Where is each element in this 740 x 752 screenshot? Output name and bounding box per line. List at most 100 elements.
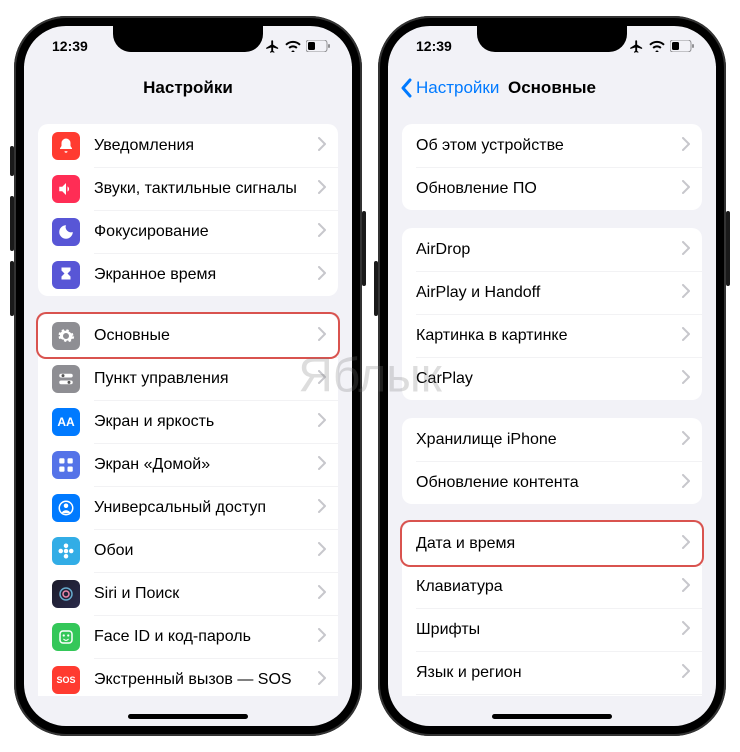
settings-row[interactable]: Обновление контента — [402, 461, 702, 504]
grid-icon — [52, 451, 80, 479]
chevron-right-icon — [676, 533, 702, 554]
wifi-icon — [285, 40, 301, 52]
settings-row[interactable]: Обновление ПО — [402, 167, 702, 210]
moon-icon — [52, 218, 80, 246]
switches-icon — [52, 365, 80, 393]
row-label: Клавиатура — [416, 578, 676, 596]
home-indicator[interactable] — [128, 714, 248, 719]
row-label: Экранное время — [94, 266, 312, 284]
row-label: Экстренный вызов — SOS — [94, 671, 312, 689]
settings-row[interactable]: Картинка в картинке — [402, 314, 702, 357]
chevron-right-icon — [312, 264, 338, 285]
settings-row[interactable]: Хранилище iPhone — [402, 418, 702, 461]
chevron-right-icon — [312, 411, 338, 432]
chevron-right-icon — [676, 429, 702, 450]
gear-icon — [52, 322, 80, 350]
chevron-right-icon — [312, 221, 338, 242]
settings-row[interactable]: Уведомления — [38, 124, 338, 167]
home-indicator[interactable] — [492, 714, 612, 719]
settings-group: Уведомления Звуки, тактильные сигналы Фоку… — [38, 124, 338, 296]
settings-row[interactable]: Фокусирование — [38, 210, 338, 253]
chevron-right-icon — [312, 583, 338, 604]
chevron-right-icon — [312, 178, 338, 199]
settings-row[interactable]: Пункт управления — [38, 357, 338, 400]
phone-frame-right: 12:39 Настройки Основные Об этом устройс… — [378, 16, 726, 736]
row-label: Обновление ПО — [416, 180, 676, 198]
back-button[interactable]: Настройки — [400, 78, 499, 98]
settings-row[interactable]: Siri и Поиск — [38, 572, 338, 615]
notch — [477, 26, 627, 52]
chevron-right-icon — [676, 239, 702, 260]
settings-row[interactable]: Экранное время — [38, 253, 338, 296]
airplane-icon — [629, 39, 644, 54]
chevron-left-icon — [400, 78, 412, 98]
settings-group: Основные Пункт управленияAAЭкран и яркост… — [38, 314, 338, 696]
settings-group: AirDrop AirPlay и Handoff Картинка в карти… — [402, 228, 702, 400]
notch — [113, 26, 263, 52]
face-icon — [52, 623, 80, 651]
row-label: Хранилище iPhone — [416, 431, 676, 449]
sos-icon: SOS — [52, 666, 80, 694]
chevron-right-icon — [676, 178, 702, 199]
settings-row[interactable]: Экран «Домой» — [38, 443, 338, 486]
settings-content-left[interactable]: Уведомления Звуки, тактильные сигналы Фоку… — [24, 110, 352, 696]
settings-group: Хранилище iPhone Обновление контента — [402, 418, 702, 504]
settings-row[interactable]: AirDrop — [402, 228, 702, 271]
row-label: Face ID и код-пароль — [94, 628, 312, 646]
siri-icon — [52, 580, 80, 608]
person-icon — [52, 494, 80, 522]
settings-row[interactable]: AAЭкран и яркость — [38, 400, 338, 443]
row-label: Звуки, тактильные сигналы — [94, 180, 312, 198]
settings-row[interactable]: Клавиатура — [402, 565, 702, 608]
settings-group: Дата и время Клавиатура Шрифты Язык и регио… — [402, 522, 702, 696]
settings-row[interactable]: Дата и время — [402, 522, 702, 565]
settings-row[interactable]: Шрифты — [402, 608, 702, 651]
row-label: Язык и регион — [416, 664, 676, 682]
battery-icon — [670, 40, 694, 52]
chevron-right-icon — [676, 368, 702, 389]
settings-row[interactable]: Face ID и код-пароль — [38, 615, 338, 658]
chevron-right-icon — [312, 454, 338, 475]
screen-right: 12:39 Настройки Основные Об этом устройс… — [388, 26, 716, 726]
settings-row[interactable]: Язык и регион — [402, 651, 702, 694]
row-label: Шрифты — [416, 621, 676, 639]
chevron-right-icon — [676, 135, 702, 156]
screen-left: 12:39 Настройки УведомленияЗвуки, тактил… — [24, 26, 352, 726]
status-icons — [265, 39, 330, 54]
row-label: CarPlay — [416, 370, 676, 388]
settings-row[interactable]: CarPlay — [402, 357, 702, 400]
chevron-right-icon — [312, 669, 338, 690]
page-title: Настройки — [24, 78, 352, 98]
settings-row[interactable]: Обои — [38, 529, 338, 572]
settings-content-right[interactable]: Об этом устройствеОбновление ПОAirDropAi… — [388, 110, 716, 696]
row-label: Основные — [94, 327, 312, 345]
settings-row[interactable]: Словарь — [402, 694, 702, 696]
settings-row[interactable]: SOS Экстренный вызов — SOS — [38, 658, 338, 696]
chevron-right-icon — [676, 472, 702, 493]
row-label: Обои — [94, 542, 312, 560]
settings-row[interactable]: Об этом устройстве — [402, 124, 702, 167]
row-label: Об этом устройстве — [416, 137, 676, 155]
chevron-right-icon — [312, 325, 338, 346]
speaker-icon — [52, 175, 80, 203]
chevron-right-icon — [676, 619, 702, 640]
wifi-icon — [649, 40, 665, 52]
back-label: Настройки — [416, 78, 499, 98]
chevron-right-icon — [676, 325, 702, 346]
row-label: Обновление контента — [416, 474, 676, 492]
settings-row[interactable]: AirPlay и Handoff — [402, 271, 702, 314]
settings-row[interactable]: Универсальный доступ — [38, 486, 338, 529]
settings-row[interactable]: Звуки, тактильные сигналы — [38, 167, 338, 210]
settings-row[interactable]: Основные — [38, 314, 338, 357]
phone-frame-left: 12:39 Настройки УведомленияЗвуки, тактил… — [14, 16, 362, 736]
chevron-right-icon — [312, 368, 338, 389]
row-label: Фокусирование — [94, 223, 312, 241]
nav-bar-right: Настройки Основные — [388, 66, 716, 110]
flower-icon — [52, 537, 80, 565]
chevron-right-icon — [312, 540, 338, 561]
row-label: Siri и Поиск — [94, 585, 312, 603]
settings-group: Об этом устройстве Обновление ПО — [402, 124, 702, 210]
chevron-right-icon — [312, 497, 338, 518]
row-label: AirPlay и Handoff — [416, 284, 676, 302]
row-label: Картинка в картинке — [416, 327, 676, 345]
